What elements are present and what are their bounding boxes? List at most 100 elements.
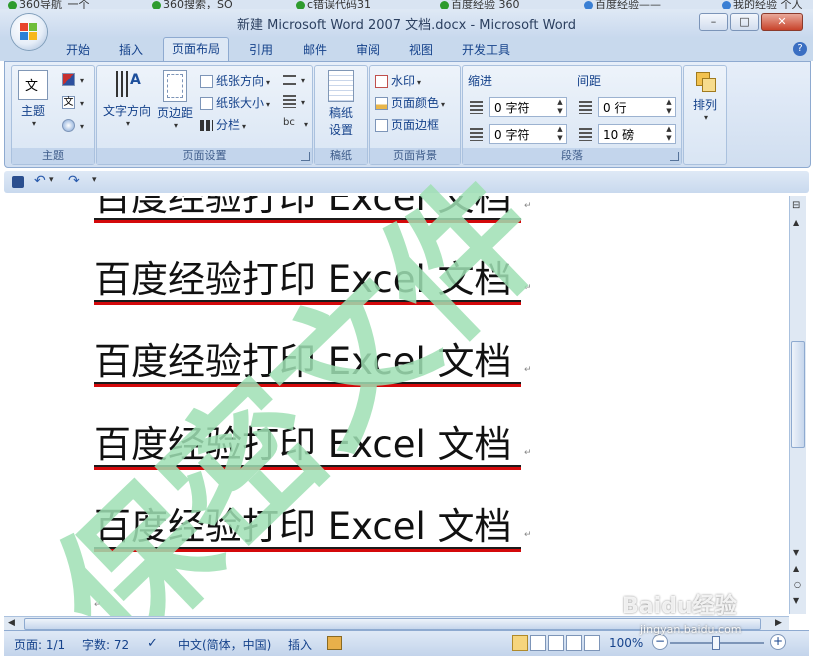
columns-button[interactable]: 分栏 ▾ (200, 116, 246, 133)
outline-view-icon[interactable] (566, 635, 582, 651)
browser-tab-icon (152, 0, 161, 9)
spacing-before-input[interactable]: 0 行 ▲ ▼ (598, 97, 676, 117)
spell-underline (94, 302, 521, 305)
arrange-button[interactable]: 排列 ▾ (687, 70, 723, 122)
vertical-scrollbar[interactable]: ⊟ ▲ ▼ ▲ ○ ▼ (789, 196, 806, 614)
spinner-arrows-icon[interactable]: ▲ ▼ (664, 98, 674, 116)
indent-title: 缩进 (468, 74, 493, 88)
page-count[interactable]: 页面: 1/1 (14, 636, 65, 653)
theme-button[interactable]: 文 主题 ▾ (16, 70, 50, 128)
margins-button[interactable]: 页边距 ▾ (155, 70, 195, 130)
page-borders-label: 页面边框 (391, 118, 440, 132)
tab-home[interactable]: 开始 (66, 41, 90, 58)
insert-mode-indicator[interactable]: 插入 (288, 636, 312, 653)
tab-insert[interactable]: 插入 (119, 41, 143, 58)
page-setup-launcher-icon[interactable] (301, 152, 310, 161)
scroll-down-icon[interactable]: ▼ (793, 548, 799, 557)
tab-page-layout[interactable]: 页面布局 (163, 37, 230, 62)
tab-mailings[interactable]: 邮件 (303, 41, 327, 58)
spinner-arrows-icon[interactable]: ▲ ▼ (555, 98, 565, 116)
macro-record-icon[interactable] (327, 636, 342, 650)
theme-fonts-button[interactable]: 文 ▾ (62, 95, 84, 109)
tab-view[interactable]: 视图 (409, 41, 433, 58)
watermark-button[interactable]: 水印 ▾ (375, 72, 421, 89)
spell-underline (94, 220, 521, 223)
zoom-level[interactable]: 100% (609, 636, 643, 650)
zoom-out-icon[interactable]: − (652, 634, 668, 650)
breaks-button[interactable]: ▾ (283, 72, 305, 86)
web-layout-view-icon[interactable] (548, 635, 564, 651)
document-line[interactable]: 百度经验打印 Excel 文档 (94, 260, 512, 300)
help-icon[interactable]: ? (793, 42, 807, 56)
document-page[interactable]: 百度经验打印 Excel 文档 ↵ 百度经验打印 Excel 文档 ↵ 百度经验… (4, 196, 789, 616)
zoom-in-icon[interactable]: + (770, 634, 786, 650)
document-line[interactable]: 百度经验打印 Excel 文档 (94, 507, 512, 547)
watermark-label: 水印 (391, 74, 416, 88)
browser-tab[interactable]: c错误代码31 (296, 0, 371, 9)
office-logo-icon (20, 23, 38, 41)
browse-object-icon[interactable]: ○ (794, 580, 801, 589)
draft-settings-button[interactable]: 稿纸 设置 (319, 70, 363, 138)
ribbon: 文 主题 ▾ ▾ 文 ▾ ▾ 主题 A 文字方向 ▾ 页边距 ▾ 纸张方向 ▾ … (4, 61, 811, 168)
browser-tab[interactable]: 百度经验 360 (440, 0, 520, 9)
draft-group: 稿纸 设置 稿纸 (314, 65, 368, 165)
redo-icon[interactable]: ↷ (68, 173, 80, 189)
scroll-left-icon[interactable]: ◀ (8, 618, 15, 628)
scroll-thumb[interactable] (791, 341, 805, 448)
browser-tab[interactable]: 百度经验—— (584, 0, 661, 9)
document-line[interactable]: 百度经验打印 Excel 文档 (94, 342, 512, 382)
theme-colors-button[interactable]: ▾ (62, 72, 84, 86)
document-line[interactable]: 百度经验打印 Excel 文档 (94, 425, 512, 465)
spinner-arrows-icon[interactable]: ▲ ▼ (555, 125, 565, 143)
undo-icon[interactable]: ↶ (34, 173, 46, 189)
zoom-slider-thumb[interactable] (712, 636, 720, 650)
print-layout-view-icon[interactable] (512, 635, 528, 651)
previous-page-icon[interactable]: ▲ (793, 564, 799, 573)
close-button[interactable]: ✕ (761, 13, 803, 31)
paragraph-mark-icon: ↵ (524, 530, 532, 540)
minimize-button[interactable]: – (699, 13, 728, 31)
office-button[interactable] (11, 14, 47, 50)
breaks-icon (283, 74, 296, 85)
full-screen-reading-view-icon[interactable] (530, 635, 546, 651)
columns-label: 分栏 (216, 118, 241, 132)
scroll-up-icon[interactable]: ▲ (793, 218, 799, 227)
paragraph-mark-icon: ↵ (524, 283, 532, 293)
language-indicator[interactable]: 中文(简体，中国) (178, 636, 271, 653)
page-color-button[interactable]: 页面颜色 ▾ (375, 94, 445, 111)
next-page-icon[interactable]: ▼ (793, 596, 799, 605)
hyphenation-button[interactable]: bc ▾ (283, 116, 308, 130)
spacing-after-input[interactable]: 10 磅 ▲ ▼ (598, 124, 676, 144)
tab-developer[interactable]: 开发工具 (462, 41, 510, 58)
spinner-arrows-icon[interactable]: ▲ ▼ (664, 125, 674, 143)
tab-review[interactable]: 审阅 (356, 41, 380, 58)
tab-references[interactable]: 引用 (249, 41, 273, 58)
ruler-toggle-icon[interactable]: ⊟ (792, 200, 800, 211)
chevron-down-icon[interactable]: ▾ (49, 175, 54, 185)
page-borders-button[interactable]: 页面边框 (375, 116, 439, 133)
customize-qat-icon[interactable]: ▾ (92, 175, 97, 185)
maximize-button[interactable]: □ (730, 13, 759, 31)
paragraph-launcher-icon[interactable] (670, 152, 679, 161)
indent-right-input[interactable]: 0 字符 ▲ ▼ (489, 124, 567, 144)
browser-tab[interactable]: 360搜索，SO (152, 0, 233, 9)
theme-effects-button[interactable]: ▾ (62, 118, 84, 132)
scroll-right-icon[interactable]: ▶ (775, 618, 782, 628)
spacing-after-value: 10 磅 (603, 128, 635, 142)
document-line[interactable]: 百度经验打印 Excel 文档 (94, 196, 512, 218)
ribbon-tab-bar: 开始 插入 页面布局 引用 邮件 审阅 视图 开发工具 ? (0, 37, 813, 62)
draft-view-icon[interactable] (584, 635, 600, 651)
text-direction-button[interactable]: A 文字方向 ▾ (101, 70, 153, 128)
margins-icon (163, 70, 187, 102)
word-count[interactable]: 字数: 72 (82, 636, 129, 653)
line-numbers-button[interactable]: ▾ (283, 94, 305, 108)
browser-tab[interactable]: 360导航_一个 (8, 0, 90, 9)
indent-left-input[interactable]: 0 字符 ▲ ▼ (489, 97, 567, 117)
paint-bucket-icon (375, 97, 388, 110)
proofing-icon[interactable]: ✓ (147, 636, 158, 651)
theme-button-label: 主题 (20, 104, 45, 118)
size-button[interactable]: 纸张大小 ▾ (200, 94, 270, 111)
orientation-button[interactable]: 纸张方向 ▾ (200, 72, 270, 89)
browser-tab[interactable]: 我的经验 个人 (722, 0, 803, 9)
save-icon[interactable] (12, 176, 24, 188)
